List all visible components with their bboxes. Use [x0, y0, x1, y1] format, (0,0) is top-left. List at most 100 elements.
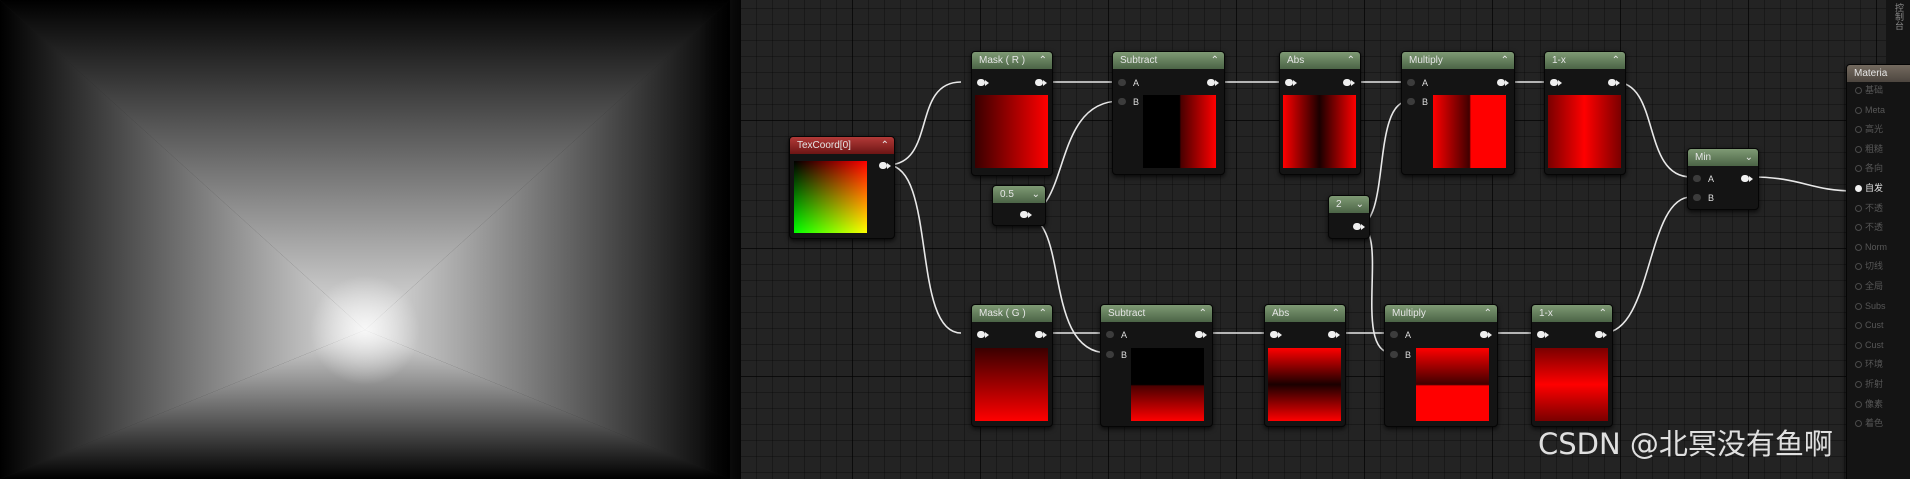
subtract-bottom-output-pin[interactable] — [1195, 331, 1207, 338]
collapse-chevron-icon[interactable]: ⌃ — [1211, 52, 1219, 69]
abs-top-node[interactable]: Abs ⌃ — [1279, 51, 1361, 175]
collapse-chevron-icon[interactable]: ⌃ — [1039, 305, 1047, 322]
material-input-row[interactable]: Meta — [1847, 103, 1910, 117]
multiply-bottom-output-pin[interactable] — [1480, 331, 1492, 338]
collapse-chevron-icon[interactable]: ⌃ — [1484, 305, 1492, 322]
texcoord-node[interactable]: TexCoord[0] ⌃ — [789, 136, 895, 239]
side-panel-tab[interactable]: 控制台 — [1886, 0, 1910, 64]
mask-g-output-pin[interactable] — [1035, 331, 1047, 338]
material-input-pin[interactable] — [1855, 87, 1862, 94]
material-input-row[interactable]: 环境 — [1847, 357, 1910, 371]
material-input-row[interactable]: 高光 — [1847, 122, 1910, 136]
abs-bottom-input-pin[interactable] — [1270, 331, 1282, 338]
material-input-pin[interactable] — [1855, 165, 1862, 173]
material-input-row[interactable]: 粗糙 — [1847, 142, 1910, 156]
material-input-pin[interactable] — [1855, 204, 1862, 212]
multiply-bottom-pin-b[interactable] — [1390, 351, 1398, 358]
chevron-down-icon[interactable]: ⌄ — [1356, 196, 1364, 213]
material-input-row[interactable]: 基础 — [1847, 83, 1910, 97]
one-minus-bottom-node[interactable]: 1-x ⌃ — [1531, 304, 1613, 427]
min-node[interactable]: Min ⌄ A B — [1687, 148, 1759, 210]
viewport-preview[interactable] — [0, 0, 741, 479]
material-result-header[interactable]: Materia — [1847, 65, 1910, 82]
material-input-row[interactable]: 切线 — [1847, 259, 1910, 273]
collapse-chevron-icon[interactable]: ⌃ — [1599, 305, 1607, 322]
material-input-pin[interactable] — [1855, 361, 1862, 369]
one-minus-top-input-pin[interactable] — [1550, 79, 1562, 86]
texcoord-output-pin[interactable] — [879, 162, 891, 169]
material-input-row[interactable]: 不透 — [1847, 220, 1910, 234]
chevron-down-icon[interactable]: ⌄ — [1745, 149, 1753, 166]
material-input-row[interactable]: 着色 — [1847, 416, 1910, 430]
material-input-row[interactable]: 全局 — [1847, 279, 1910, 293]
collapse-chevron-icon[interactable]: ⌃ — [1332, 305, 1340, 322]
collapse-chevron-icon[interactable]: ⌃ — [1501, 52, 1509, 69]
abs-bottom-header[interactable]: Abs ⌃ — [1265, 305, 1345, 322]
multiply-bottom-header[interactable]: Multiply ⌃ — [1385, 305, 1497, 322]
subtract-top-header[interactable]: Subtract ⌃ — [1113, 52, 1224, 69]
material-input-pin[interactable] — [1855, 145, 1862, 153]
mask-r-node[interactable]: Mask ( R ) ⌃ — [971, 51, 1053, 176]
abs-bottom-output-pin[interactable] — [1328, 331, 1340, 338]
abs-top-header[interactable]: Abs ⌃ — [1280, 52, 1360, 69]
texcoord-node-header[interactable]: TexCoord[0] ⌃ — [790, 137, 894, 154]
one-minus-top-header[interactable]: 1-x ⌃ — [1545, 52, 1625, 69]
mask-r-output-pin[interactable] — [1035, 79, 1047, 86]
material-input-pin[interactable] — [1855, 283, 1862, 290]
mask-r-input-pin[interactable] — [977, 79, 989, 86]
material-input-row[interactable]: Cust — [1847, 338, 1910, 352]
multiply-top-output-pin[interactable] — [1497, 79, 1509, 86]
material-input-row[interactable]: Cust — [1847, 318, 1910, 332]
min-output-pin[interactable] — [1741, 175, 1753, 182]
constant-half-header[interactable]: 0.5 ⌄ — [993, 186, 1045, 203]
mask-g-input-pin[interactable] — [977, 331, 989, 338]
constant-two-output-pin[interactable] — [1353, 223, 1365, 230]
material-input-row[interactable]: 自发 — [1847, 181, 1910, 195]
abs-top-output-pin[interactable] — [1343, 79, 1355, 86]
constant-two-node[interactable]: 2 ⌄ — [1328, 195, 1370, 239]
multiply-top-pin-b[interactable] — [1407, 98, 1415, 105]
material-input-row[interactable]: 折射 — [1847, 377, 1910, 391]
subtract-bottom-pin-b[interactable] — [1106, 351, 1114, 358]
multiply-top-header[interactable]: Multiply ⌃ — [1402, 52, 1514, 69]
material-input-pin[interactable] — [1855, 224, 1862, 232]
material-input-pin[interactable] — [1855, 400, 1862, 408]
material-input-row[interactable]: 各向 — [1847, 161, 1910, 175]
material-input-row[interactable]: Subs — [1847, 299, 1910, 313]
min-pin-b[interactable] — [1693, 194, 1701, 201]
chevron-down-icon[interactable]: ⌄ — [1032, 186, 1040, 203]
mask-r-node-header[interactable]: Mask ( R ) ⌃ — [972, 52, 1052, 69]
subtract-top-pin-b[interactable] — [1118, 98, 1126, 105]
one-minus-bottom-header[interactable]: 1-x ⌃ — [1532, 305, 1612, 322]
node-graph-canvas[interactable]: TexCoord[0] ⌃ Mask ( R ) ⌃ Mask ( G ) ⌃ — [741, 0, 1910, 479]
material-input-pin[interactable] — [1855, 126, 1862, 134]
material-input-pin[interactable] — [1855, 322, 1862, 330]
collapse-chevron-icon[interactable]: ⌃ — [1039, 52, 1047, 69]
material-input-pin[interactable] — [1855, 243, 1862, 251]
constant-two-header[interactable]: 2 ⌄ — [1329, 196, 1369, 213]
subtract-bottom-pin-a[interactable] — [1106, 331, 1114, 338]
material-input-pin[interactable] — [1855, 341, 1862, 349]
abs-bottom-node[interactable]: Abs ⌃ — [1264, 304, 1346, 427]
material-input-row[interactable]: 像素 — [1847, 397, 1910, 411]
collapse-chevron-icon[interactable]: ⌃ — [1347, 52, 1355, 69]
one-minus-bottom-output-pin[interactable] — [1595, 331, 1607, 338]
multiply-bottom-pin-a[interactable] — [1390, 331, 1398, 338]
mask-g-node[interactable]: Mask ( G ) ⌃ — [971, 304, 1053, 427]
material-input-pin[interactable] — [1855, 420, 1862, 428]
abs-top-input-pin[interactable] — [1285, 79, 1297, 86]
collapse-chevron-icon[interactable]: ⌃ — [881, 137, 889, 154]
material-input-row[interactable]: 不透 — [1847, 201, 1910, 215]
constant-half-node[interactable]: 0.5 ⌄ — [992, 185, 1046, 226]
material-input-pin[interactable] — [1855, 185, 1862, 192]
constant-half-output-pin[interactable] — [1020, 211, 1032, 218]
subtract-bottom-node[interactable]: Subtract ⌃ A B — [1100, 304, 1213, 427]
min-pin-a[interactable] — [1693, 175, 1701, 182]
one-minus-top-node[interactable]: 1-x ⌃ — [1544, 51, 1626, 175]
collapse-chevron-icon[interactable]: ⌃ — [1612, 52, 1620, 69]
multiply-bottom-node[interactable]: Multiply ⌃ A B — [1384, 304, 1498, 427]
mask-g-node-header[interactable]: Mask ( G ) ⌃ — [972, 305, 1052, 322]
subtract-top-output-pin[interactable] — [1207, 79, 1219, 86]
material-input-pin[interactable] — [1855, 381, 1862, 388]
material-input-pin[interactable] — [1855, 106, 1862, 114]
